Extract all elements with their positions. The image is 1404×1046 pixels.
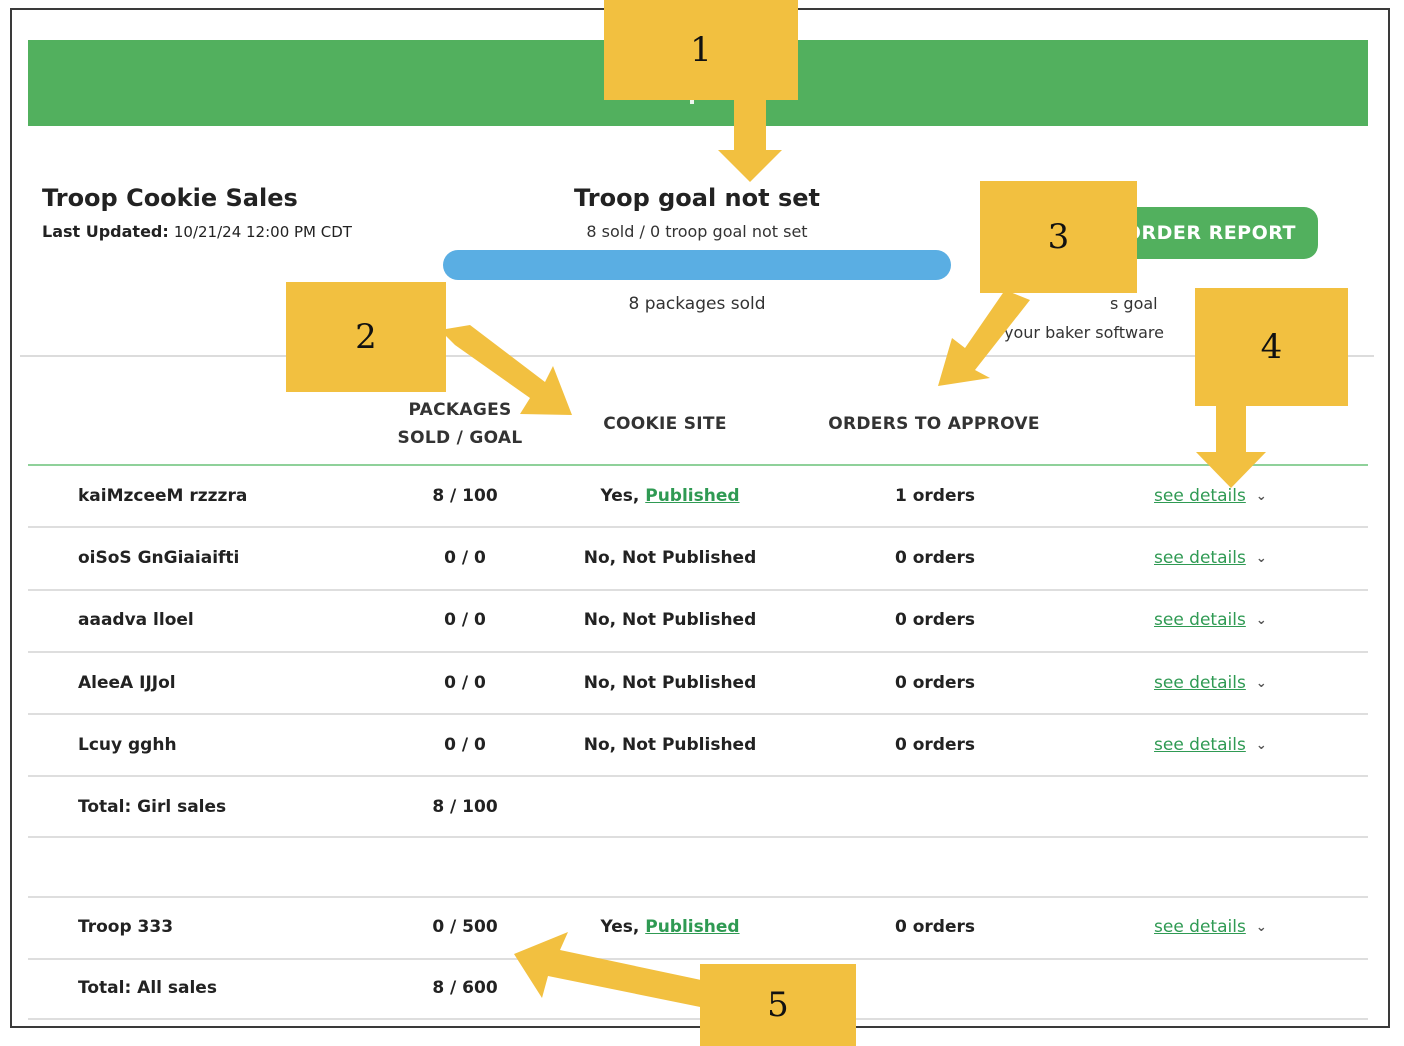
annotation-arrows (440, 98, 1266, 1010)
arrow-5 (514, 932, 720, 1010)
arrow-1 (718, 98, 782, 182)
callout-2: 2 (286, 282, 446, 392)
arrow-3 (938, 290, 1030, 386)
callout-3: 3 (980, 181, 1137, 293)
callout-5: 5 (700, 964, 856, 1046)
arrow-2 (440, 325, 572, 415)
callout-4: 4 (1195, 288, 1348, 406)
arrow-4 (1196, 404, 1266, 488)
callout-1: 1 (604, 0, 798, 100)
